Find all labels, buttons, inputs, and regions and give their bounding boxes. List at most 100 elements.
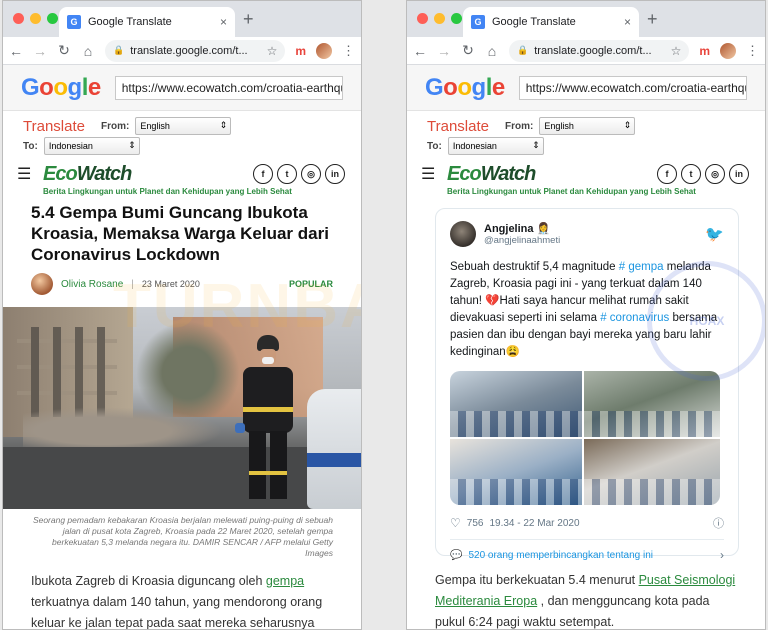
minimize-window-button[interactable] <box>30 13 41 24</box>
heart-icon[interactable]: ♡ <box>450 516 461 530</box>
byline-separator: | <box>131 278 134 290</box>
tweet-photo[interactable] <box>450 439 582 505</box>
tweet-timestamp[interactable]: 19.34 - 22 Mar 2020 <box>489 518 579 529</box>
reload-icon[interactable]: ↻ <box>57 42 71 59</box>
bookmark-star-icon[interactable]: ☆ <box>267 44 278 58</box>
article-photo <box>3 307 361 509</box>
tweet-meta: ♡ 756 19.34 - 22 Mar 2020 ⓘ <box>450 515 724 540</box>
menu-kebab-icon[interactable]: ⋮ <box>342 43 355 59</box>
to-language-select[interactable]: Indonesian <box>447 137 544 155</box>
translate-title: Translate <box>427 117 489 135</box>
address-text: translate.google.com/t... <box>130 44 248 57</box>
to-label: To: <box>23 140 38 152</box>
browser-window-right: G Google Translate × + ← → ↻ ⌂ 🔒 transla… <box>406 0 766 630</box>
police-car <box>307 389 361 509</box>
maximize-window-button[interactable] <box>47 13 58 24</box>
minimize-window-button[interactable] <box>434 13 445 24</box>
tweet-photo[interactable] <box>584 371 720 437</box>
google-logo[interactable]: Google <box>425 74 505 102</box>
reload-icon[interactable]: ↻ <box>461 42 475 59</box>
twitter-bird-icon[interactable]: 🐦 <box>705 225 724 243</box>
info-icon[interactable]: ⓘ <box>713 515 724 531</box>
url-input[interactable]: https://www.ecowatch.com/croatia-earthqu… <box>518 75 747 100</box>
maximize-window-button[interactable] <box>451 13 462 24</box>
translate-title: Translate <box>23 117 85 135</box>
back-icon[interactable]: ← <box>9 43 23 59</box>
url-input[interactable]: https://www.ecowatch.com/croatia-earthqu… <box>114 75 343 100</box>
tab-close-icon[interactable]: × <box>624 15 631 29</box>
profile-avatar[interactable] <box>720 42 736 59</box>
browser-window-left: G Google Translate × + ← → ↻ ⌂ 🔒 transla… <box>2 0 362 630</box>
popular-badge: POPULAR <box>288 279 333 289</box>
social-links: f t ◎ in <box>253 164 345 184</box>
gempa-link[interactable]: gempa <box>266 574 304 588</box>
translate-bar: Translate From: English To: Indonesian <box>3 111 361 163</box>
tweet-photo[interactable] <box>450 371 582 437</box>
ecowatch-logo[interactable]: EcoWatch <box>43 163 132 186</box>
close-window-button[interactable] <box>417 13 428 24</box>
hamburger-menu-icon[interactable]: ☰ <box>421 164 439 184</box>
forward-icon[interactable]: → <box>33 43 47 59</box>
watermark-seal: HOAX <box>647 261 765 381</box>
hashtag-gempa[interactable]: # gempa <box>619 261 664 273</box>
from-language-select[interactable]: English <box>539 117 636 135</box>
author-avatar <box>31 273 53 295</box>
from-label: From: <box>100 120 130 132</box>
tab-title: Google Translate <box>88 16 172 28</box>
tab-google-translate[interactable]: G Google Translate × <box>463 7 639 37</box>
address-bar[interactable]: 🔒 translate.google.com/t... ☆ <box>105 39 286 62</box>
tweet-photo[interactable] <box>584 439 720 505</box>
new-tab-button[interactable]: + <box>243 9 254 30</box>
window-controls <box>13 13 58 24</box>
to-label: To: <box>427 140 442 152</box>
linkedin-icon[interactable]: in <box>729 164 749 184</box>
extension-icon[interactable]: m <box>295 44 306 58</box>
translate-bar: Translate From: English To: Indonesian <box>407 111 765 163</box>
home-icon[interactable]: ⌂ <box>81 43 95 59</box>
close-window-button[interactable] <box>13 13 24 24</box>
firefighter-figure <box>233 335 303 505</box>
tweet-author-avatar[interactable] <box>450 221 476 247</box>
instagram-icon[interactable]: ◎ <box>705 164 725 184</box>
twitter-icon[interactable]: t <box>681 164 701 184</box>
embedded-tweet[interactable]: Angjelina 👩‍⚕️ @angjelinaahmeti 🐦 Sebuah… <box>435 208 739 562</box>
hamburger-menu-icon[interactable]: ☰ <box>17 164 35 184</box>
forward-icon[interactable]: → <box>437 43 451 59</box>
facebook-icon[interactable]: f <box>657 164 677 184</box>
tweet-author-name[interactable]: Angjelina 👩‍⚕️ <box>484 222 697 235</box>
facebook-icon[interactable]: f <box>253 164 273 184</box>
extension-icon[interactable]: m <box>699 44 710 58</box>
back-icon[interactable]: ← <box>413 43 427 59</box>
new-tab-button[interactable]: + <box>647 9 658 30</box>
home-icon[interactable]: ⌂ <box>485 43 499 59</box>
from-label: From: <box>504 120 534 132</box>
author-link[interactable]: Olivia Rosane <box>61 279 123 290</box>
conversation-text: 520 orang memperbincangkan tentang ini <box>468 549 654 561</box>
bookmark-star-icon[interactable]: ☆ <box>671 44 682 58</box>
article-date: 23 Maret 2020 <box>141 279 200 289</box>
tab-title: Google Translate <box>492 16 576 28</box>
to-language-select[interactable]: Indonesian <box>43 137 140 155</box>
ecowatch-header: ☰ EcoWatch f t ◎ in <box>407 159 765 189</box>
window-controls <box>417 13 462 24</box>
like-count: 756 <box>466 517 484 529</box>
tab-close-icon[interactable]: × <box>220 15 227 29</box>
ecowatch-logo[interactable]: EcoWatch <box>447 163 536 186</box>
article-headline: 5.4 Gempa Bumi Guncang Ibukota Kroasia, … <box>31 203 329 264</box>
tweet-author-handle[interactable]: @angjelinaahmeti <box>484 235 697 246</box>
address-bar[interactable]: 🔒 translate.google.com/t... ☆ <box>509 39 690 62</box>
google-header: Google https://www.ecowatch.com/croatia-… <box>407 65 765 111</box>
google-header: Google https://www.ecowatch.com/croatia-… <box>3 65 361 111</box>
linkedin-icon[interactable]: in <box>325 164 345 184</box>
seal-text: HOAX <box>689 314 725 328</box>
google-logo[interactable]: Google <box>21 74 101 102</box>
instagram-icon[interactable]: ◎ <box>301 164 321 184</box>
photo-caption: Seorang pemadam kebakaran Kroasia berjal… <box>32 515 333 558</box>
tab-google-translate[interactable]: G Google Translate × <box>59 7 235 37</box>
twitter-icon[interactable]: t <box>277 164 297 184</box>
from-language-select[interactable]: English <box>135 117 232 135</box>
menu-kebab-icon[interactable]: ⋮ <box>746 43 759 59</box>
tweet-conversation-link[interactable]: 💬 520 orang memperbincangkan tentang ini… <box>450 540 724 570</box>
ecowatch-header: ☰ EcoWatch f t ◎ in <box>3 159 361 189</box>
profile-avatar[interactable] <box>316 42 332 59</box>
